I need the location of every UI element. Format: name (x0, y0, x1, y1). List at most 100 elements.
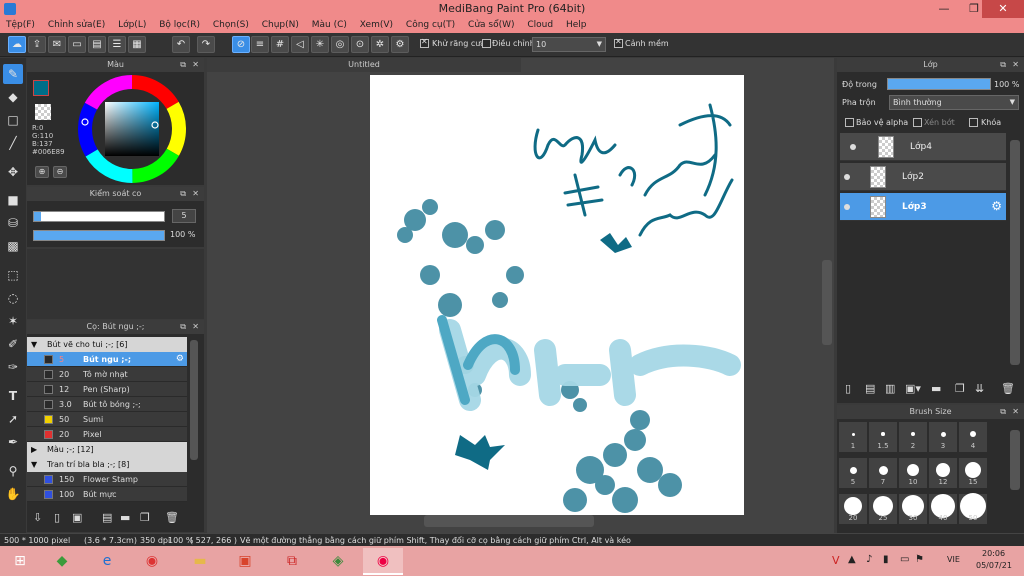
flag-icon[interactable]: ⚑ (915, 554, 924, 565)
move-tool-icon[interactable]: ✥ (3, 162, 23, 182)
menu-tools[interactable]: Công cụ(T) (406, 18, 455, 33)
gear-icon[interactable]: ⚙ (391, 36, 409, 53)
new-layer-icon[interactable]: ▯ (845, 382, 851, 395)
chrome-icon[interactable]: ◉ (132, 548, 172, 575)
canvas-horizontal-scrollbar[interactable] (424, 515, 594, 527)
gear-icon[interactable]: ⚙ (991, 199, 1002, 213)
clock-date[interactable]: 05/07/21 (976, 561, 1012, 570)
brush-group-3[interactable]: ▼ Tran trí bla bla ;-; [8] (27, 457, 187, 472)
fill-rect-tool-icon[interactable]: ■ (3, 190, 23, 210)
new-1bit-layer-icon[interactable]: ▥ (885, 382, 895, 395)
battery-icon[interactable]: ▭ (900, 554, 909, 565)
popout-icon[interactable]: ⧉ (180, 187, 186, 201)
brush-group-1[interactable]: ▼ Bút vẽ cho tui ;-; [6] (27, 337, 187, 352)
brush-size-cell[interactable]: 15 (959, 458, 987, 488)
brush-size-cell[interactable]: 20 (839, 494, 867, 524)
brush-list-scrollbar[interactable] (190, 340, 198, 460)
close-button[interactable]: ✕ (982, 0, 1024, 18)
duplicate-icon[interactable]: ❐ (140, 511, 150, 524)
undo-icon[interactable]: ↶ (172, 36, 190, 53)
zoom-color-icon[interactable]: ⊖ (53, 166, 67, 178)
brush-item-3[interactable]: 12 Pen (Sharp) (27, 382, 187, 397)
canvas-vertical-scrollbar[interactable] (822, 260, 832, 345)
brush-size-cell[interactable]: 7 (869, 458, 897, 488)
no-snap-icon[interactable]: ⊘ (232, 36, 250, 53)
clock-time[interactable]: 20:06 (982, 549, 1005, 558)
antialias-checkbox[interactable] (420, 37, 429, 48)
list-icon[interactable]: ☰ (108, 36, 126, 53)
concentric-snap-icon[interactable]: ◎ (331, 36, 349, 53)
brush-size-cell[interactable]: 50 (959, 493, 987, 524)
menu-snap[interactable]: Chụp(N) (262, 18, 299, 33)
antivirus-icon[interactable]: V (832, 554, 840, 567)
select-eraser-tool-icon[interactable]: ✑ (3, 357, 23, 377)
correction-checkbox[interactable] (482, 39, 491, 48)
add-layer-menu-icon[interactable]: ▣▾ (905, 382, 921, 395)
brush-size-cell[interactable]: 3 (929, 422, 957, 452)
bluestacks-icon[interactable]: ◆ (42, 548, 82, 575)
brush-size-cell[interactable]: 10 (899, 458, 927, 488)
menu-color[interactable]: Màu (C) (312, 18, 347, 33)
network-icon[interactable]: ▮ (883, 554, 889, 565)
popout-icon[interactable]: ⧉ (1000, 58, 1006, 72)
divide-tool-icon[interactable]: ✒ (3, 432, 23, 452)
cross-snap-icon[interactable]: # (271, 36, 289, 53)
gear-icon[interactable]: ⚙ (176, 352, 184, 367)
brush-item-2[interactable]: 20 Tô mờ nhạt (27, 367, 187, 382)
chat-icon[interactable]: ▭ (68, 36, 86, 53)
share-icon[interactable]: ⇪ (28, 36, 46, 53)
brush-size-scrollbar[interactable] (1010, 430, 1020, 490)
popout-icon[interactable]: ⧉ (1000, 405, 1006, 419)
close-icon[interactable]: ✕ (1012, 405, 1019, 419)
eye-icon[interactable] (844, 204, 850, 210)
magic-wand-tool-icon[interactable]: ✶ (3, 311, 23, 331)
new-brush-icon[interactable]: ▯ (54, 511, 60, 524)
text-tool-icon[interactable]: T (3, 386, 23, 406)
operation-tool-icon[interactable]: ➚ (3, 409, 23, 429)
new-halftone-layer-icon[interactable]: ▤ (865, 382, 875, 395)
brush-size-cell[interactable]: 40 (929, 494, 957, 524)
transparent-color-swatch[interactable] (35, 104, 51, 120)
brush-settings-icon[interactable]: ▤ (102, 511, 112, 524)
close-icon[interactable]: ✕ (192, 58, 199, 72)
hand-tool-icon[interactable]: ✋ (3, 484, 23, 504)
drawing-canvas[interactable] (370, 75, 744, 515)
document-icon[interactable]: ▤ (88, 36, 106, 53)
popout-icon[interactable]: ⧉ (180, 320, 186, 334)
app-icon[interactable]: ◈ (318, 548, 358, 575)
folder-icon[interactable]: ▬ (931, 382, 941, 395)
menu-file[interactable]: Tệp(F) (6, 18, 35, 33)
brush-group-2[interactable]: ▶ Màu ;-; [12] (27, 442, 187, 457)
windows-start-icon[interactable]: ⊞ (0, 548, 40, 575)
popout-icon[interactable]: ⧉ (180, 58, 186, 72)
brush-size-value[interactable]: 5 (172, 209, 196, 223)
cloud-icon[interactable]: ☁ (8, 36, 26, 53)
soft-edge-checkbox[interactable] (614, 37, 623, 48)
grid-icon[interactable]: ▦ (128, 36, 146, 53)
canvas-tab[interactable]: Untitled (207, 58, 521, 72)
cloud-download-icon[interactable]: ⇩ (33, 511, 42, 524)
select-rect-tool-icon[interactable]: ⬚ (3, 265, 23, 285)
eye-icon[interactable] (844, 174, 850, 180)
layer-opacity-slider[interactable] (887, 78, 991, 90)
add-color-icon[interactable]: ⊕ (35, 166, 49, 178)
color-wheel[interactable] (77, 74, 187, 184)
merge-down-icon[interactable]: ⇊ (975, 382, 984, 395)
menu-select[interactable]: Chọn(S) (213, 18, 249, 33)
layer-row-4[interactable]: Lớp4 (840, 133, 1006, 161)
menu-cloud[interactable]: Cloud (527, 18, 553, 33)
network-app-icon[interactable]: ⧉ (272, 548, 312, 575)
brush-size-cell[interactable]: 1.5 (869, 422, 897, 452)
clip-checkbox[interactable] (913, 118, 922, 127)
eyedropper-tool-icon[interactable]: ⚲ (3, 461, 23, 481)
internet-explorer-icon[interactable]: e (87, 548, 127, 575)
brush-size-slider[interactable] (33, 211, 165, 222)
snap-settings-icon[interactable]: ✲ (371, 36, 389, 53)
radial-snap-icon[interactable]: ✳ (311, 36, 329, 53)
menu-help[interactable]: Help (566, 18, 587, 33)
trash-icon[interactable]: 🗑 (1001, 382, 1015, 395)
brush-item-8[interactable]: 100 Bút mực (27, 487, 187, 502)
add-brush-icon[interactable]: ▣ (72, 511, 82, 524)
menu-layer[interactable]: Lớp(L) (118, 18, 146, 33)
office-icon[interactable]: ▣ (225, 548, 265, 575)
